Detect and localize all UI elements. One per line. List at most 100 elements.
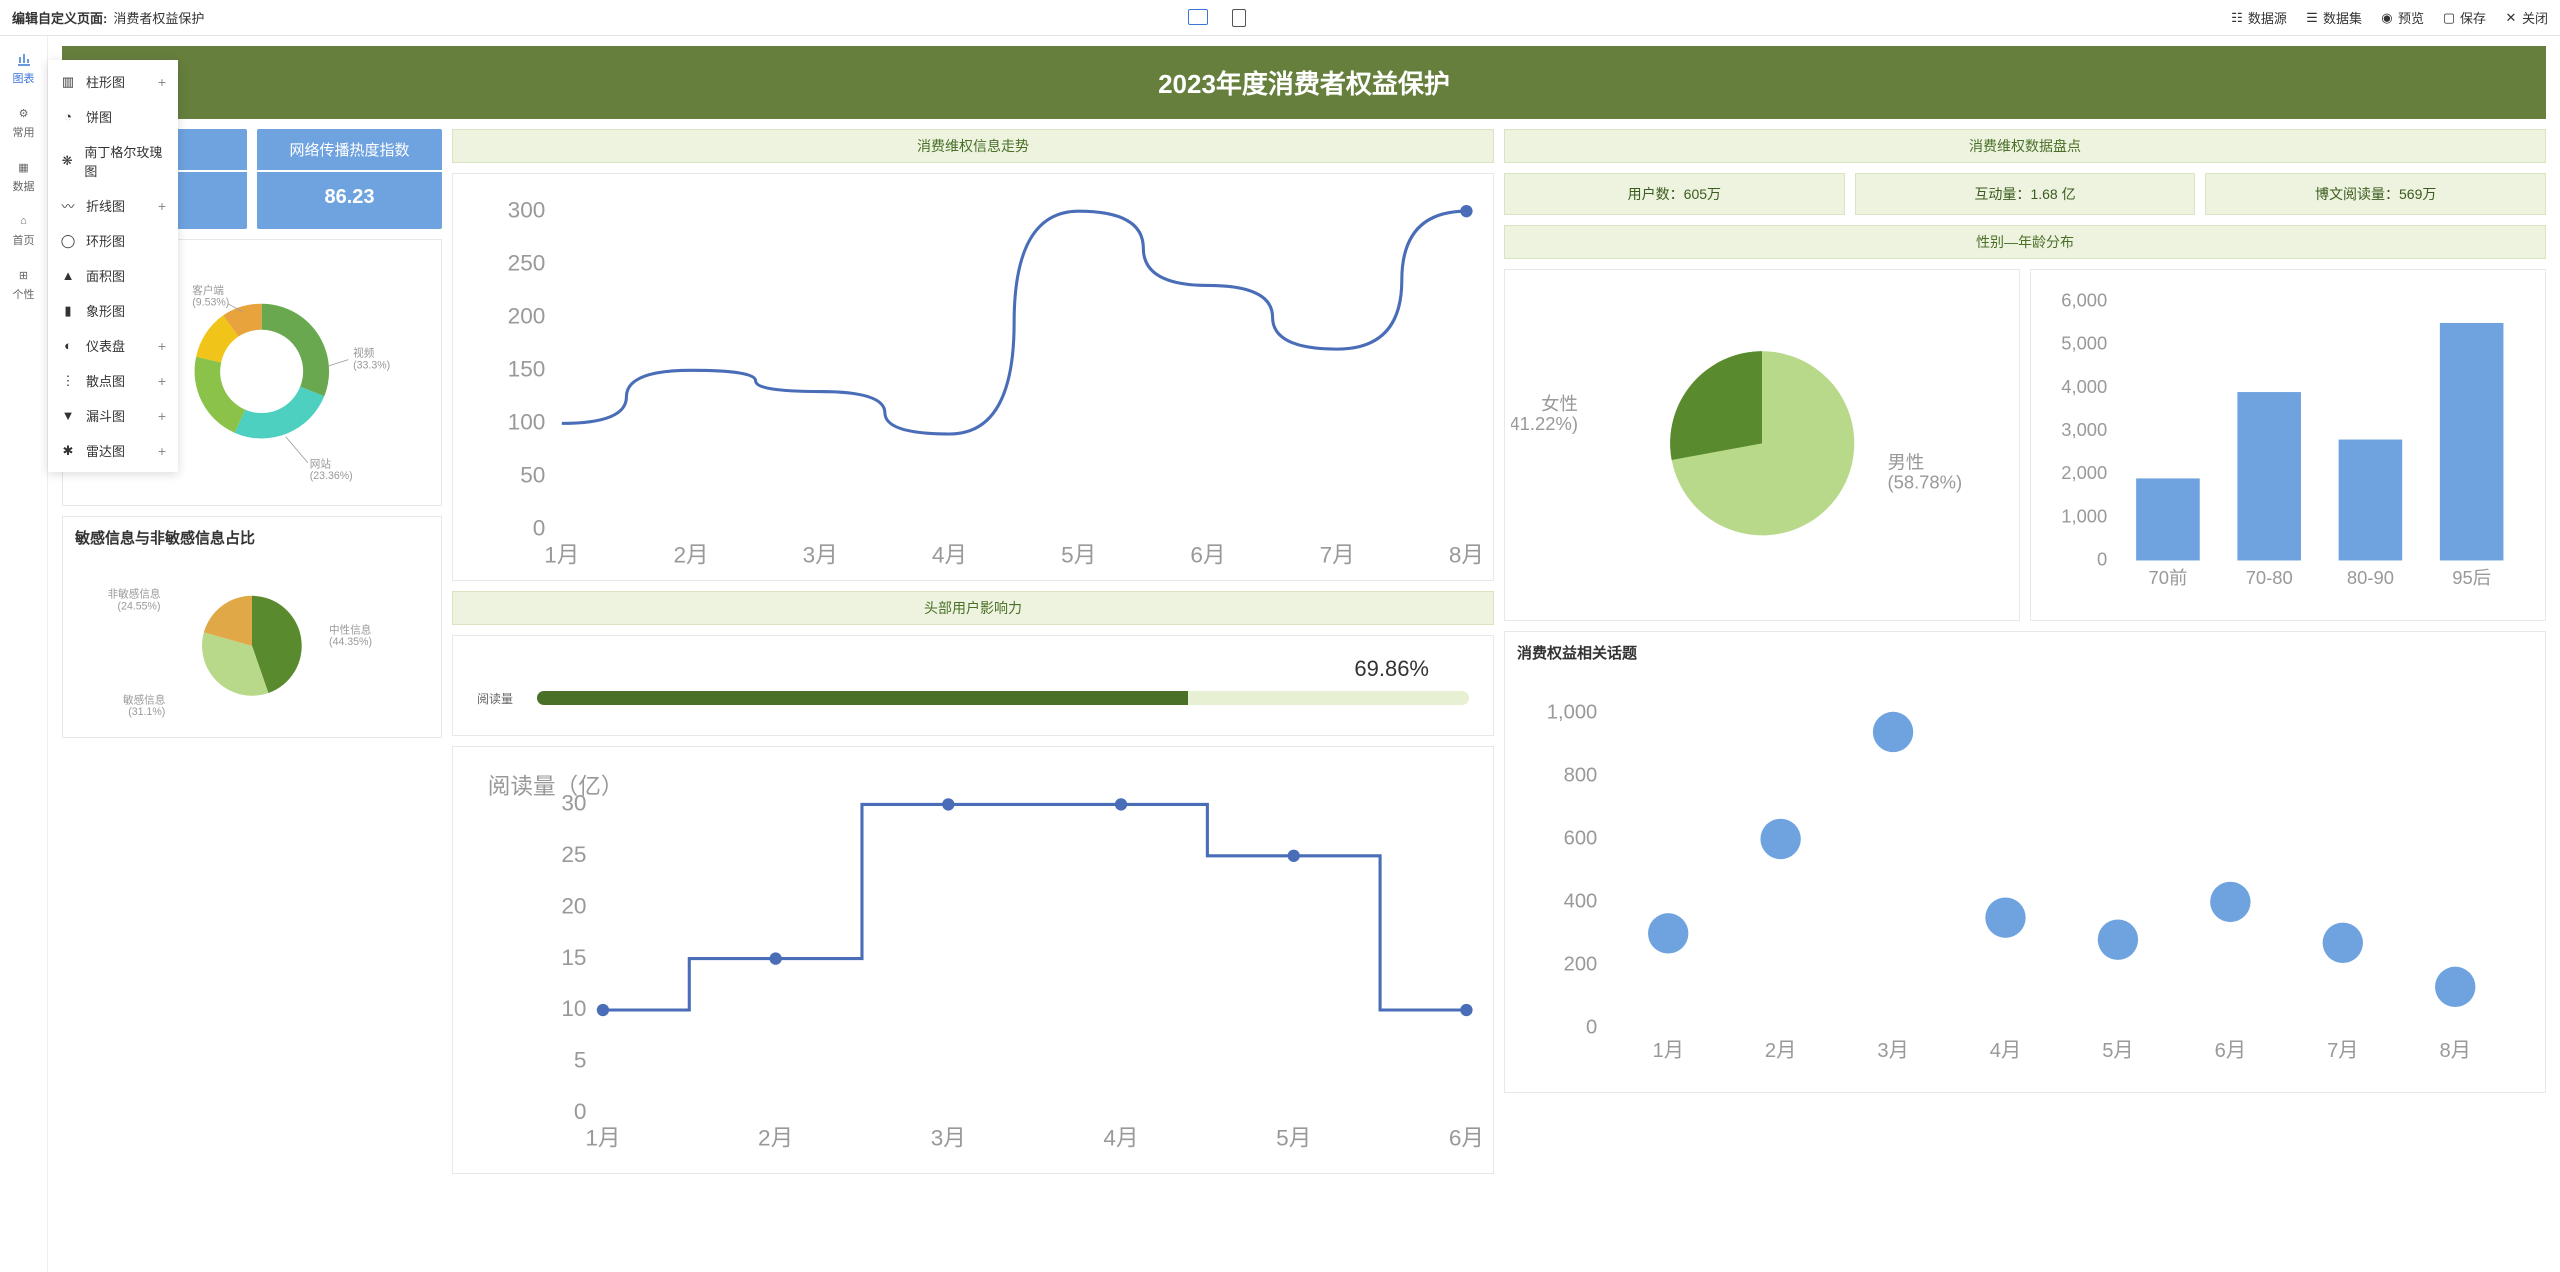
- plus-icon: +: [158, 408, 166, 424]
- trend-panel: 0501001502002503001月2月3月4月5月6月7月8月: [452, 173, 1494, 581]
- age-bar-chart: 01,0002,0003,0004,0005,0006,00070前70-808…: [2037, 276, 2539, 611]
- svg-text:80-90: 80-90: [2347, 567, 2394, 588]
- svg-text:1月: 1月: [544, 542, 579, 567]
- rail-data[interactable]: ▦ 数据: [13, 158, 35, 194]
- sensitive-pie-chart: 非敏感信息 (24.55%) 中性信息 (44.35%) 敏感信息 (31.1%…: [69, 564, 435, 728]
- svg-text:(23.36%): (23.36%): [310, 470, 353, 482]
- svg-text:2月: 2月: [673, 542, 708, 567]
- progress-percent: 69.86%: [477, 656, 1469, 682]
- svg-text:4月: 4月: [1103, 1125, 1138, 1150]
- topics-panel: 消费权益相关话题 02004006008001,0001月2月3月4月5月6月7…: [1504, 631, 2546, 1093]
- step-panel: 阅读量（亿）0510152025301月2月3月4月5月6月: [452, 746, 1494, 1174]
- topics-scatter-chart: 02004006008001,0001月2月3月4月5月6月7月8月: [1511, 679, 2539, 1083]
- svg-text:15: 15: [561, 944, 586, 969]
- svg-text:1月: 1月: [1652, 1040, 1683, 1062]
- stat-value: 86.23: [257, 172, 442, 223]
- rail-common[interactable]: ⚙ 常用: [13, 104, 35, 140]
- area-icon: ▲: [60, 268, 76, 284]
- list-icon: ☰: [2305, 11, 2319, 25]
- svg-text:中性信息: 中性信息: [329, 624, 371, 637]
- svg-text:3月: 3月: [931, 1125, 966, 1150]
- svg-text:5月: 5月: [2102, 1040, 2133, 1062]
- left-rail: 图表 ⚙ 常用 ▦ 数据 ⌂ 首页 ⊞ 个性: [0, 36, 48, 1272]
- gender-age-header: 性别—年龄分布: [1504, 225, 2546, 259]
- grid-icon: ▦: [15, 158, 33, 176]
- close-button[interactable]: ✕ 关闭: [2504, 8, 2548, 27]
- rose-icon: ❋: [60, 153, 74, 169]
- svg-text:(31.1%): (31.1%): [128, 707, 165, 719]
- save-icon: ▢: [2442, 11, 2456, 25]
- svg-text:阅读量（亿）: 阅读量（亿）: [488, 774, 624, 799]
- pie-icon: ◔: [60, 109, 76, 125]
- funnel-icon: ▼: [60, 408, 76, 424]
- svg-text:6月: 6月: [2215, 1040, 2246, 1062]
- chart-type-funnel[interactable]: ▼漏斗图+: [48, 398, 178, 433]
- svg-text:25: 25: [561, 842, 586, 867]
- rail-home[interactable]: ⌂ 首页: [13, 212, 35, 248]
- gender-panel: 女性 (41.22%) 男性 (58.78%): [1504, 269, 2020, 621]
- chart-icon: [15, 50, 33, 68]
- pictorial-icon: ▮: [60, 303, 76, 319]
- home-icon: ⌂: [15, 212, 33, 230]
- svg-text:400: 400: [1564, 890, 1598, 912]
- rail-chart[interactable]: 图表: [13, 50, 35, 86]
- trend-header: 消费维权信息走势: [452, 129, 1494, 163]
- gstat: 博文阅读量：569万: [2205, 173, 2546, 215]
- progress-fill: [537, 691, 1188, 705]
- svg-text:600: 600: [1564, 827, 1598, 849]
- chart-type-area[interactable]: ▲面积图: [48, 258, 178, 293]
- chart-type-gauge[interactable]: ◐仪表盘+: [48, 328, 178, 363]
- rail-custom[interactable]: ⊞ 个性: [13, 266, 35, 302]
- sensitive-panel: 敏感信息与非敏感信息占比 非敏感信息 (24.55%) 中性信息 (44.35: [62, 516, 442, 738]
- chart-type-line[interactable]: 〰折线图+: [48, 188, 178, 223]
- preview-button[interactable]: ◉ 预览: [2380, 8, 2424, 27]
- svg-text:4月: 4月: [932, 542, 967, 567]
- chart-type-radar[interactable]: ✱雷达图+: [48, 433, 178, 468]
- chart-type-pictorial[interactable]: ▮象形图: [48, 293, 178, 328]
- svg-text:视频: 视频: [353, 347, 375, 360]
- line-icon: 〰: [60, 198, 76, 214]
- plus-icon: +: [158, 74, 166, 90]
- svg-text:800: 800: [1564, 764, 1598, 786]
- svg-text:50: 50: [520, 463, 545, 488]
- svg-text:(33.3%): (33.3%): [353, 359, 390, 371]
- review-header: 消费维权数据盘点: [1504, 129, 2546, 163]
- chart-type-donut[interactable]: ◯环形图: [48, 223, 178, 258]
- svg-text:6月: 6月: [1449, 1125, 1484, 1150]
- plus-icon: +: [158, 443, 166, 459]
- svg-text:0: 0: [574, 1099, 587, 1124]
- chart-type-bar[interactable]: ▥柱形图+: [48, 64, 178, 99]
- close-icon: ✕: [2504, 11, 2518, 25]
- tablet-icon[interactable]: [1232, 9, 1246, 27]
- svg-text:(44.35%): (44.35%): [329, 636, 372, 648]
- chart-type-pie[interactable]: ◔饼图: [48, 99, 178, 134]
- svg-text:男性: 男性: [1887, 451, 1924, 472]
- progress-label: 阅读量: [477, 690, 525, 707]
- chart-type-rose[interactable]: ❋南丁格尔玫瑰图: [48, 134, 178, 188]
- svg-text:0: 0: [533, 516, 546, 541]
- trend-line-chart: 0501001502002503001月2月3月4月5月6月7月8月: [459, 180, 1487, 571]
- review-stats: 用户数：605万 互动量：1.68 亿 博文阅读量：569万: [1504, 173, 2546, 215]
- svg-text:3月: 3月: [1877, 1040, 1908, 1062]
- svg-text:(9.53%): (9.53%): [192, 297, 229, 309]
- svg-text:5月: 5月: [1276, 1125, 1311, 1150]
- chart-type-scatter[interactable]: ⋮散点图+: [48, 363, 178, 398]
- gstat: 用户数：605万: [1504, 173, 1845, 215]
- svg-text:2,000: 2,000: [2061, 462, 2107, 483]
- age-panel: 01,0002,0003,0004,0005,0006,00070前70-808…: [2030, 269, 2546, 621]
- save-button[interactable]: ▢ 保存: [2442, 8, 2486, 27]
- svg-text:2月: 2月: [758, 1125, 793, 1150]
- svg-text:5: 5: [574, 1047, 587, 1072]
- svg-text:女性: 女性: [1541, 393, 1578, 414]
- svg-text:敏感信息: 敏感信息: [123, 694, 165, 707]
- svg-text:6,000: 6,000: [2061, 289, 2107, 310]
- gauge-icon: ◐: [60, 338, 76, 354]
- dataset-button[interactable]: ☰ 数据集: [2305, 8, 2362, 27]
- sensitive-title: 敏感信息与非敏感信息占比: [63, 517, 441, 558]
- svg-text:(58.78%): (58.78%): [1887, 472, 1962, 493]
- datasource-button[interactable]: ☷ 数据源: [2230, 8, 2287, 27]
- topuser-panel: 69.86% 阅读量: [452, 635, 1494, 736]
- desktop-icon[interactable]: [1188, 9, 1208, 25]
- blocks-icon: ⊞: [15, 266, 33, 284]
- topuser-header: 头部用户影响力: [452, 591, 1494, 625]
